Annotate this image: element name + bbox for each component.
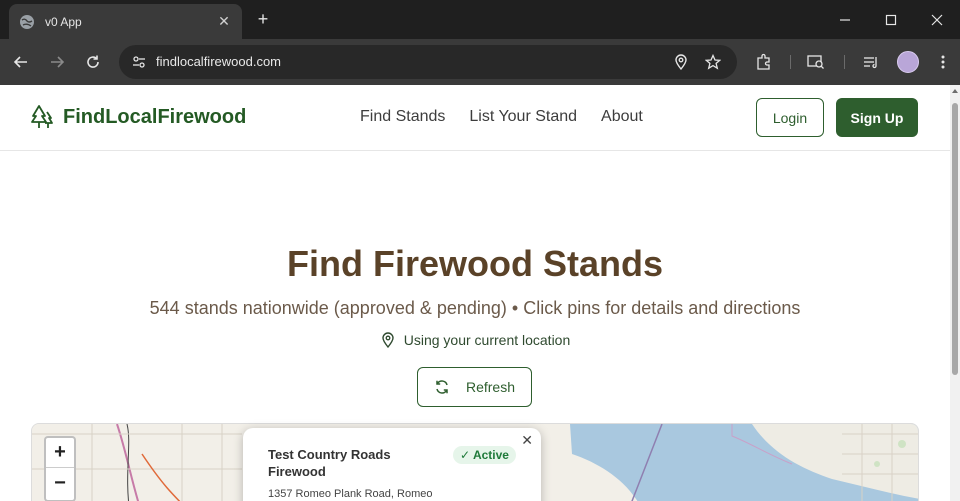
reading-list-icon[interactable]	[861, 52, 881, 72]
page-subtitle: 544 stands nationwide (approved & pendin…	[149, 298, 801, 318]
main-nav: Find Stands List Your Stand About	[360, 108, 667, 126]
refresh-button[interactable]: Refresh	[417, 367, 532, 407]
toolbar-separator	[790, 55, 791, 69]
brand-name: FindLocalFirewood	[63, 105, 247, 128]
tab-title: v0 App	[45, 14, 82, 29]
globe-icon	[20, 14, 34, 29]
scroll-up-arrow[interactable]	[952, 89, 958, 93]
bookmark-star-icon[interactable]	[704, 53, 722, 71]
popup-close-icon[interactable]: ✕	[521, 432, 533, 449]
location-pin-icon[interactable]	[672, 53, 690, 71]
extensions-icon[interactable]	[754, 52, 774, 72]
browser-tab[interactable]: v0 App ✕	[9, 4, 242, 39]
url-text[interactable]: findlocalfirewood.com	[156, 54, 281, 69]
stand-popup: ✕ Test Country Roads Firewood ✓ Active 1…	[243, 428, 541, 501]
reload-icon[interactable]	[81, 50, 105, 74]
zoom-in-button[interactable]: +	[46, 438, 74, 468]
scrollbar-thumb[interactable]	[952, 103, 958, 375]
refresh-label: Refresh	[465, 379, 516, 395]
browser-toolbar: findlocalfirewood.com	[0, 39, 960, 85]
minimize-icon[interactable]	[822, 0, 868, 39]
site-info-icon[interactable]	[127, 50, 151, 74]
maximize-icon[interactable]	[868, 0, 914, 39]
site-logo[interactable]: FindLocalFirewood	[30, 104, 246, 130]
zoom-control: + −	[44, 436, 76, 501]
forward-arrow-icon[interactable]	[45, 50, 69, 74]
nav-about[interactable]: About	[601, 108, 643, 126]
location-status: Using your current location	[0, 332, 950, 348]
stand-address: 1357 Romeo Plank Road, Romeo	[268, 488, 433, 500]
nav-list-your-stand[interactable]: List Your Stand	[469, 108, 577, 126]
status-badge: ✓ Active	[453, 446, 516, 464]
tab-search-icon[interactable]	[806, 52, 826, 72]
nav-find-stands[interactable]: Find Stands	[360, 108, 445, 126]
back-arrow-icon[interactable]	[9, 50, 33, 74]
page-scrollbar[interactable]	[950, 85, 960, 501]
window-controls	[822, 0, 960, 39]
page-title: Find Firewood Stands	[287, 243, 663, 284]
map-pin-icon	[382, 332, 394, 348]
browser-tab-strip: v0 App ✕ +	[0, 0, 960, 39]
address-bar[interactable]: findlocalfirewood.com	[119, 45, 737, 79]
page-viewport: FindLocalFirewood Find Stands List Your …	[0, 85, 950, 501]
refresh-icon	[436, 380, 448, 394]
location-status-text: Using your current location	[403, 332, 571, 348]
signup-button[interactable]: Sign Up	[836, 98, 918, 137]
stand-name: Test Country Roads Firewood	[268, 447, 391, 479]
close-window-icon[interactable]	[914, 0, 960, 39]
more-menu-icon[interactable]	[933, 52, 953, 72]
zoom-out-button[interactable]: −	[46, 468, 74, 498]
site-header: FindLocalFirewood Find Stands List Your …	[0, 85, 950, 151]
trees-icon	[31, 105, 53, 128]
toolbar-separator	[844, 55, 845, 69]
login-button[interactable]: Login	[756, 98, 824, 137]
profile-avatar[interactable]	[897, 51, 919, 73]
tab-close-icon[interactable]: ✕	[216, 13, 232, 30]
new-tab-button[interactable]: +	[252, 8, 274, 30]
